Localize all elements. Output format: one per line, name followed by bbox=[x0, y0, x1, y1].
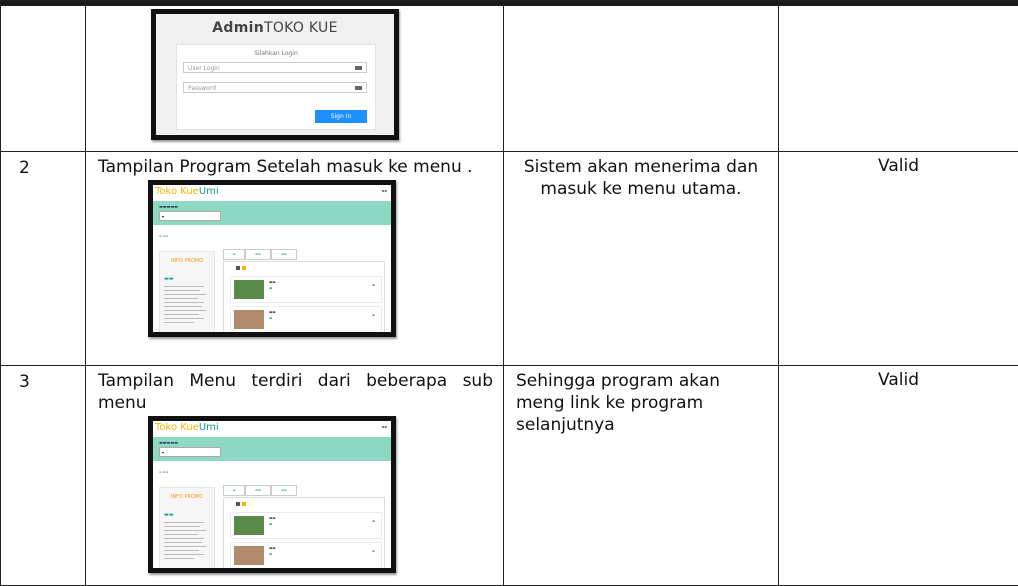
status-cell bbox=[779, 1, 1018, 152]
keyboard-icon bbox=[355, 66, 362, 70]
product-image bbox=[234, 280, 264, 299]
promo-sidebar: INFO PROMO ▬▬ bbox=[159, 251, 215, 333]
row-result: Sehingga program akan meng link ke progr… bbox=[504, 366, 778, 436]
result-cell bbox=[504, 1, 779, 152]
submenu-screenshot: Toko KueUmi ▪▪ ▬▬▬▬▬ ▾ ▬ ▬▬ INFO PROMO ▬… bbox=[148, 416, 396, 573]
product-item: ▬▬▬ ▬ bbox=[230, 512, 382, 539]
select-box: ▾ bbox=[159, 211, 221, 221]
product-item: ▬▬▬ ▬ bbox=[230, 276, 382, 303]
breadcrumb: ▬ ▬▬ bbox=[159, 470, 168, 474]
product-item: ▬▬▬ ▬ bbox=[230, 306, 382, 333]
hero-banner: ▬▬▬▬▬ ▾ bbox=[153, 437, 391, 461]
row-status: Valid bbox=[779, 152, 1018, 176]
row-description: Tampilan Menu terdiri dari beberapa sub … bbox=[86, 366, 503, 414]
main-menu-screenshot: Toko KueUmi ▪▪ ▬▬▬▬▬ ▾ ▬ ▬▬ INFO PROMO ▬… bbox=[148, 180, 396, 337]
login-box: Silahkan Login User Login Password Sign … bbox=[176, 44, 376, 130]
tab: ▬▬ bbox=[245, 485, 271, 496]
product-image bbox=[234, 546, 264, 565]
tab: ▬ bbox=[223, 249, 245, 260]
description-cell: AdminTOKO KUE Silahkan Login User Login … bbox=[86, 1, 504, 152]
product-image bbox=[234, 516, 264, 535]
number-cell bbox=[1, 1, 86, 152]
password-field: Password bbox=[183, 82, 367, 93]
promo-title: INFO PROMO bbox=[160, 494, 214, 500]
select-box: ▾ bbox=[159, 447, 221, 457]
test-table: AdminTOKO KUE Silahkan Login User Login … bbox=[0, 0, 1018, 586]
login-screenshot: AdminTOKO KUE Silahkan Login User Login … bbox=[151, 9, 399, 140]
row-result: Sistem akan menerima dan masuk ke menu u… bbox=[504, 152, 778, 200]
lock-icon bbox=[355, 86, 362, 90]
brand-logo: Toko KueUmi bbox=[155, 186, 219, 197]
row-number: 3 bbox=[1, 366, 85, 392]
table-row: AdminTOKO KUE Silahkan Login User Login … bbox=[1, 1, 1018, 152]
tab: ▬▬ bbox=[245, 249, 271, 260]
product-item: ▬▬▬ ▬ bbox=[230, 542, 382, 569]
hero-banner: ▬▬▬▬▬ ▾ bbox=[153, 201, 391, 225]
row-status: Valid bbox=[779, 366, 1018, 390]
signin-button: Sign In bbox=[315, 110, 367, 123]
promo-sidebar: INFO PROMO ▬▬ bbox=[159, 487, 215, 569]
product-panel: ▬▬▬ ▬ ▬▬▬ ▬ bbox=[223, 261, 385, 333]
tab: ▬▬ bbox=[271, 485, 297, 496]
product-image bbox=[234, 310, 264, 329]
login-subtitle: Silahkan Login bbox=[177, 50, 375, 57]
table-row: 2 Tampilan Program Setelah masuk ke menu… bbox=[1, 152, 1018, 366]
promo-title: INFO PROMO bbox=[160, 258, 214, 264]
row-number: 2 bbox=[1, 152, 85, 178]
brand-logo: Toko KueUmi bbox=[155, 422, 219, 433]
tab: ▬ bbox=[223, 485, 245, 496]
table-row: 3 Tampilan Menu terdiri dari beberapa su… bbox=[1, 366, 1018, 586]
tab: ▬▬ bbox=[271, 249, 297, 260]
user-login-field: User Login bbox=[183, 62, 367, 73]
product-panel: ▬▬▬ ▬ ▬▬▬ ▬ bbox=[223, 497, 385, 569]
breadcrumb: ▬ ▬▬ bbox=[159, 234, 168, 238]
row-description: Tampilan Program Setelah masuk ke menu . bbox=[86, 152, 503, 178]
login-title: AdminTOKO KUE bbox=[156, 20, 394, 36]
